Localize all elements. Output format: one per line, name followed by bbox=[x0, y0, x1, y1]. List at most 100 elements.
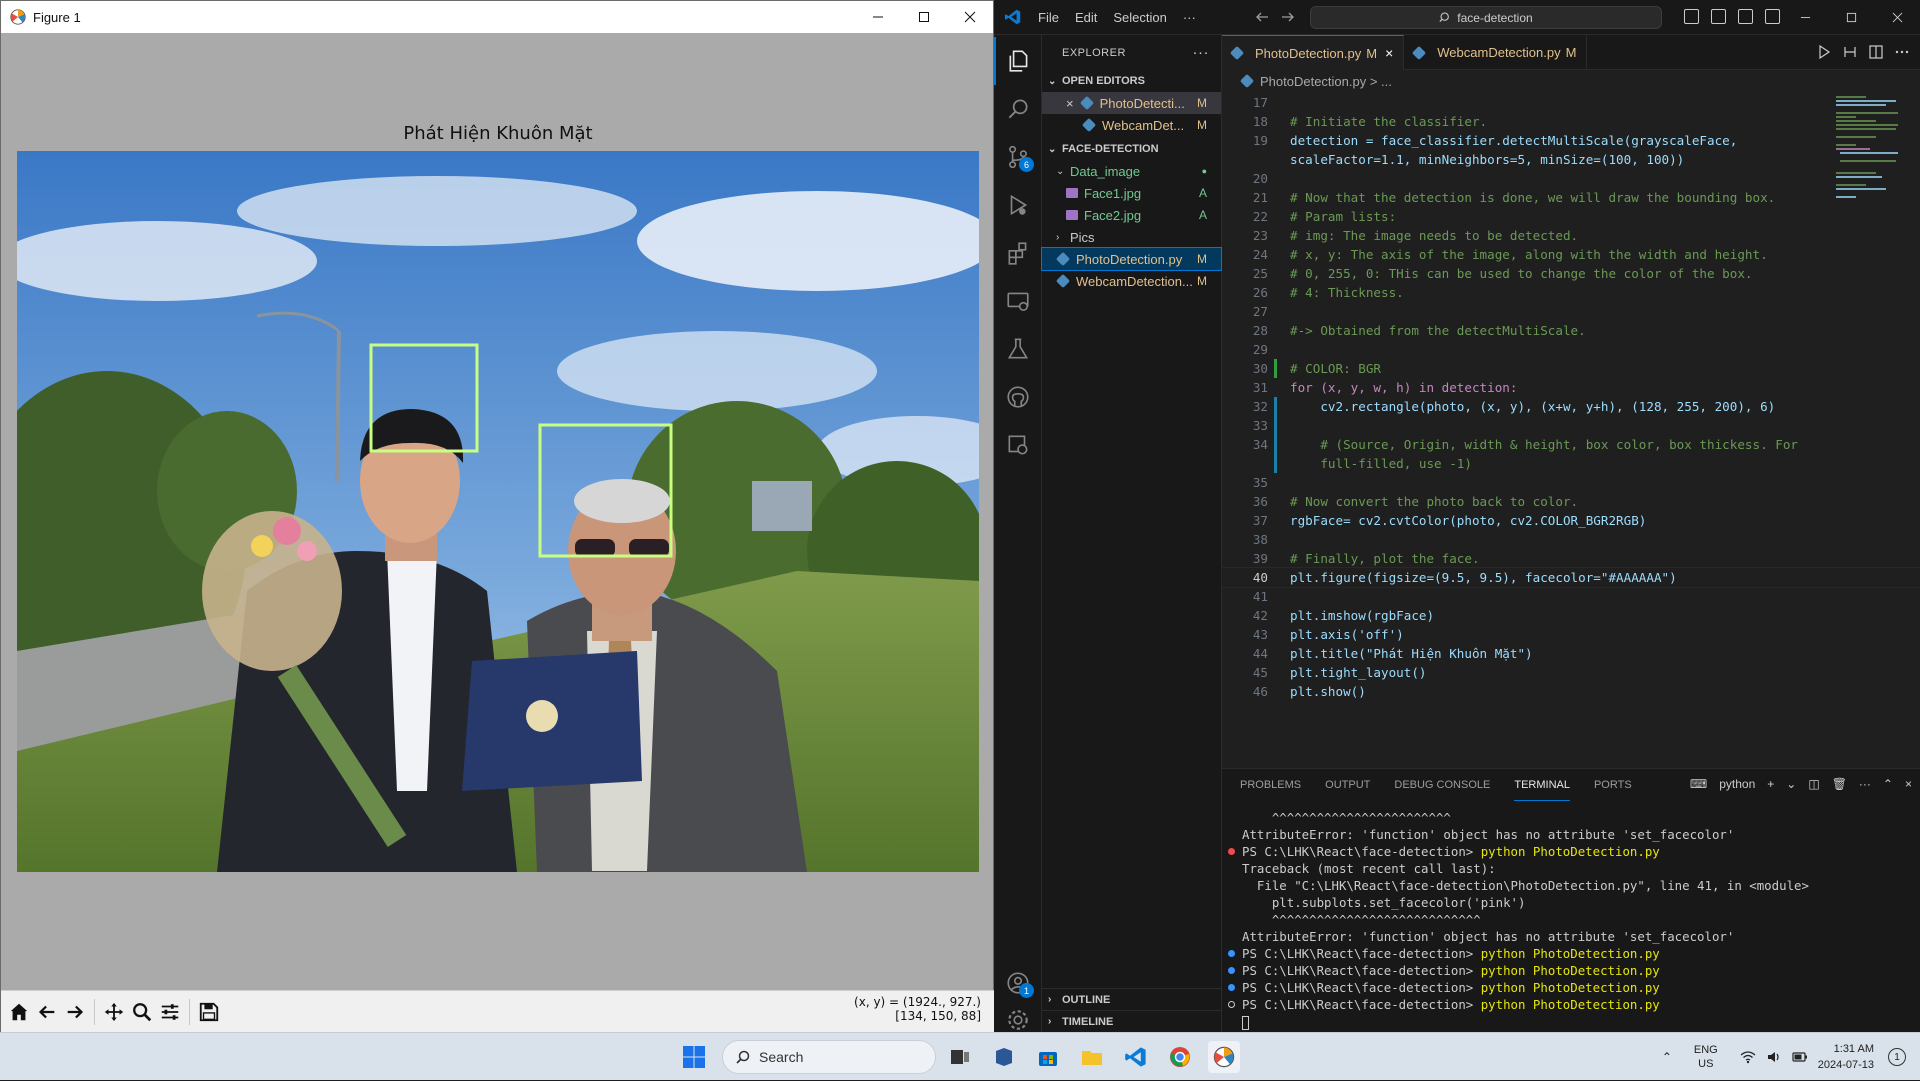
terminal-instance-name[interactable]: python bbox=[1719, 777, 1755, 791]
customize-layout-icon[interactable] bbox=[1765, 9, 1780, 24]
volume-icon[interactable] bbox=[1766, 1049, 1782, 1065]
menu-edit[interactable]: Edit bbox=[1075, 10, 1097, 25]
tree-file[interactable]: Face1.jpg A bbox=[1042, 182, 1221, 204]
containers-icon bbox=[1008, 435, 1028, 455]
configure-subplots-button[interactable] bbox=[156, 996, 184, 1028]
tree-folder[interactable]: ⌄ Data_image ● bbox=[1042, 160, 1221, 182]
github-activity-button[interactable] bbox=[994, 373, 1042, 421]
windows-start-icon[interactable] bbox=[682, 1045, 706, 1069]
tab-terminal[interactable]: TERMINAL bbox=[1514, 769, 1570, 801]
forward-button[interactable] bbox=[61, 996, 89, 1028]
run-python-icon[interactable] bbox=[1816, 44, 1832, 60]
tree-file[interactable]: WebcamDetection... M bbox=[1042, 270, 1221, 292]
detected-faces-photo[interactable] bbox=[17, 151, 979, 872]
tab-photodetection[interactable]: PhotoDetection.py M × bbox=[1222, 35, 1405, 70]
vs-close-button[interactable] bbox=[1874, 0, 1920, 35]
maximize-button[interactable] bbox=[901, 1, 947, 33]
timeline-header[interactable]: › TIMELINE bbox=[1042, 1010, 1222, 1032]
tab-close-icon[interactable]: × bbox=[1385, 45, 1393, 61]
taskbar-task-view[interactable] bbox=[944, 1041, 976, 1073]
tab-problems[interactable]: PROBLEMS bbox=[1240, 769, 1301, 801]
taskbar-app-1[interactable] bbox=[988, 1041, 1020, 1073]
notification-badge[interactable]: 1 bbox=[1888, 1048, 1906, 1066]
pan-button[interactable] bbox=[100, 996, 128, 1028]
explorer-activity-button[interactable] bbox=[994, 37, 1042, 85]
command-status-dot[interactable] bbox=[1228, 950, 1235, 957]
taskbar-chrome[interactable] bbox=[1164, 1041, 1196, 1073]
trash-icon[interactable]: 🗑 bbox=[1832, 777, 1847, 791]
minimize-button[interactable] bbox=[855, 1, 901, 33]
menu-file[interactable]: File bbox=[1038, 10, 1059, 25]
split-terminal-icon[interactable]: ◫ bbox=[1808, 777, 1819, 791]
open-editor-item[interactable]: × PhotoDetecti... M bbox=[1042, 92, 1221, 114]
code-area[interactable]: 17 18 # Initiate the classifier. 19 detect… bbox=[1221, 93, 1920, 768]
taskbar-store[interactable] bbox=[1032, 1041, 1064, 1073]
close-panel-icon[interactable]: × bbox=[1905, 777, 1912, 791]
save-figure-button[interactable] bbox=[195, 996, 223, 1028]
toggle-panel-icon[interactable] bbox=[1711, 9, 1726, 24]
command-center-search[interactable]: face-detection bbox=[1310, 6, 1662, 29]
wifi-icon[interactable] bbox=[1740, 1049, 1756, 1065]
chevron-down-icon[interactable]: ⌄ bbox=[1786, 777, 1796, 791]
maximize-panel-icon[interactable]: ⌃ bbox=[1883, 777, 1893, 791]
chevron-up-icon[interactable]: ⌃ bbox=[1662, 1050, 1672, 1064]
containers-activity-button[interactable] bbox=[994, 421, 1042, 469]
home-button[interactable] bbox=[5, 996, 33, 1028]
more-actions-icon[interactable]: ··· bbox=[1859, 777, 1871, 791]
manage-activity-button[interactable] bbox=[994, 1007, 1042, 1032]
figure-titlebar[interactable]: Figure 1 bbox=[1, 1, 993, 33]
taskbar-search-box[interactable]: Search bbox=[722, 1040, 936, 1074]
back-button[interactable] bbox=[33, 996, 61, 1028]
remote-explorer-activity-button[interactable] bbox=[994, 277, 1042, 325]
image-file-icon bbox=[1066, 210, 1078, 220]
compare-changes-icon[interactable] bbox=[1842, 44, 1858, 60]
new-terminal-icon[interactable]: + bbox=[1767, 777, 1774, 791]
command-status-dot[interactable] bbox=[1228, 1001, 1235, 1008]
command-status-dot[interactable] bbox=[1228, 967, 1235, 974]
tab-output[interactable]: OUTPUT bbox=[1325, 769, 1370, 801]
close-editor-icon[interactable]: × bbox=[1066, 96, 1074, 111]
taskbar-file-explorer[interactable] bbox=[1076, 1041, 1108, 1073]
tree-folder[interactable]: › Pics bbox=[1042, 226, 1221, 248]
tab-debug-console[interactable]: DEBUG CONSOLE bbox=[1394, 769, 1490, 801]
source-control-activity-button[interactable]: 6 bbox=[994, 133, 1042, 181]
accounts-activity-button[interactable]: 1 bbox=[994, 959, 1042, 1007]
nav-back-icon[interactable] bbox=[1254, 9, 1270, 25]
breadcrumb[interactable]: PhotoDetection.py > ... bbox=[1222, 70, 1920, 92]
open-editor-item[interactable]: WebcamDet... M bbox=[1042, 114, 1221, 136]
taskbar-matplotlib-figure[interactable] bbox=[1208, 1041, 1240, 1073]
run-debug-activity-button[interactable] bbox=[994, 181, 1042, 229]
command-status-dot[interactable] bbox=[1228, 984, 1235, 991]
zoom-button[interactable] bbox=[128, 996, 156, 1028]
taskbar-vscode[interactable] bbox=[1120, 1041, 1152, 1073]
tab-ports[interactable]: PORTS bbox=[1594, 769, 1632, 801]
open-editors-header[interactable]: ⌄ OPEN EDITORS bbox=[1042, 70, 1221, 92]
battery-icon[interactable] bbox=[1792, 1049, 1808, 1065]
language-indicator[interactable]: ENG US bbox=[1694, 1043, 1718, 1071]
search-activity-button[interactable] bbox=[994, 85, 1042, 133]
vs-maximize-button[interactable] bbox=[1828, 0, 1874, 35]
menu-selection[interactable]: Selection bbox=[1113, 10, 1166, 25]
outline-header[interactable]: › OUTLINE bbox=[1042, 988, 1222, 1010]
code-line: 44 plt.title("Phát Hiện Khuôn Mặt") bbox=[1252, 646, 1533, 661]
tree-file[interactable]: PhotoDetection.py M bbox=[1041, 247, 1222, 271]
testing-activity-button[interactable] bbox=[994, 325, 1042, 373]
toggle-sidebar-icon[interactable] bbox=[1684, 9, 1699, 24]
explorer-more-actions[interactable]: ··· bbox=[1193, 44, 1210, 61]
menu-more[interactable]: ··· bbox=[1183, 10, 1196, 25]
terminal-prompt-line[interactable] bbox=[1222, 1013, 1920, 1030]
vs-minimize-button[interactable] bbox=[1782, 0, 1828, 35]
nav-forward-icon[interactable] bbox=[1280, 9, 1296, 25]
split-editor-icon[interactable] bbox=[1868, 44, 1884, 60]
more-actions-icon[interactable] bbox=[1894, 44, 1910, 60]
extensions-activity-button[interactable] bbox=[994, 229, 1042, 277]
tab-webcamdetection[interactable]: WebcamDetection.py M bbox=[1404, 35, 1588, 70]
close-button[interactable] bbox=[947, 1, 993, 33]
tree-file[interactable]: Face2.jpg A bbox=[1042, 204, 1221, 226]
terminal-output[interactable]: ^^^^^^^^^^^^^^^^^^^^^^^^ AttributeError: … bbox=[1222, 809, 1920, 1030]
minimap[interactable] bbox=[1836, 93, 1906, 203]
folder-header[interactable]: ⌄ FACE-DETECTION bbox=[1042, 138, 1221, 160]
command-status-dot[interactable] bbox=[1228, 848, 1235, 855]
toggle-secondary-sidebar-icon[interactable] bbox=[1738, 9, 1753, 24]
clock[interactable]: 1:31 AM 2024-07-13 bbox=[1818, 1041, 1874, 1073]
